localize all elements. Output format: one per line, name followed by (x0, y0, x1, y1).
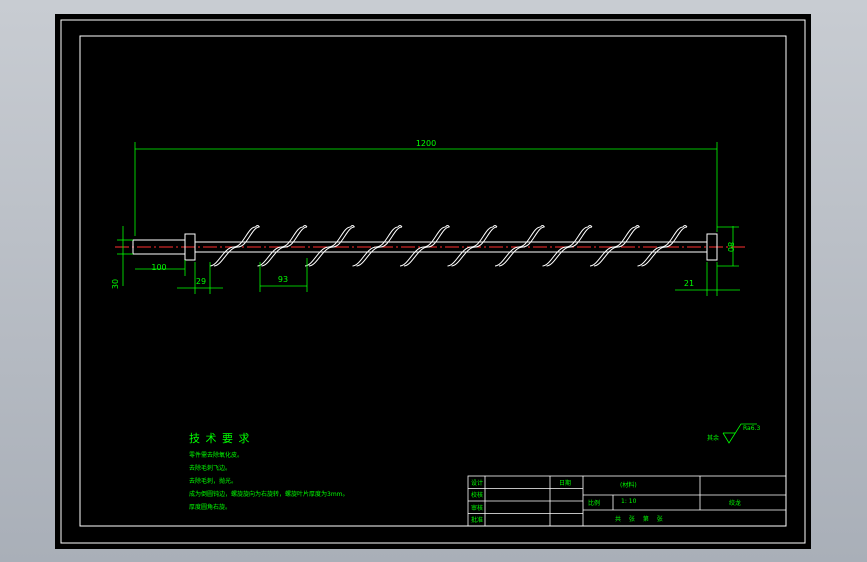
drawing-canvas: 1200 100 29 93 21 30 80 技 术 要 求 零件需去除氧化皮… (60, 19, 806, 544)
flight-crest (350, 225, 355, 228)
tb-approve: 批准 (471, 516, 483, 524)
tech-req-line-3: 去除毛刺，抛光。 (189, 477, 237, 485)
flight-crest (445, 225, 450, 228)
flight-crest (302, 225, 308, 228)
tb-check: 校核 (471, 491, 483, 499)
flight-crest (587, 225, 593, 228)
tb-sheet-info: 共 张 第 张 (615, 515, 666, 523)
cad-viewport[interactable]: 1200 100 29 93 21 30 80 技 术 要 求 零件需去除氧化皮… (55, 14, 811, 549)
helical-flights (209, 225, 688, 267)
tech-req-line-1: 零件需去除氧化皮。 (189, 451, 243, 459)
dim-end-length: 21 (684, 279, 694, 288)
dimension-lines (117, 142, 740, 296)
tb-scale-label: 比例 (588, 499, 600, 507)
tb-design: 设计 (471, 479, 483, 487)
tech-req-title: 技 术 要 求 (189, 432, 251, 445)
dim-flight-width: 29 (196, 277, 206, 286)
dim-shaft-diameter: 30 (111, 279, 120, 289)
tb-part-name: 绞龙 (729, 499, 741, 507)
tech-req-line-2: 去除毛刺飞边。 (189, 464, 231, 472)
title-block: 设计 校核 审核 批准 日期 (材料) 比例 1: 10 绞龙 共 张 第 张 (467, 475, 787, 527)
tb-material: (材料) (620, 481, 637, 489)
flight-crest (397, 225, 403, 228)
roughness-symbol: 其余 Ra6.3 (707, 423, 760, 444)
roughness-label: 其余 (707, 434, 719, 442)
flight-crest (255, 225, 260, 228)
inner-drawing-frame (79, 35, 787, 527)
tech-req-line-5: 厚度圆角右旋。 (189, 503, 231, 511)
tb-scale-value: 1: 10 (621, 498, 637, 505)
tech-req-line-4: 成为倒圆钝边，螺旋旋向为右旋转，螺旋叶片厚度为3mm。 (189, 490, 349, 498)
dim-pitch: 93 (278, 275, 288, 284)
screw-conveyor-part (115, 225, 745, 267)
tech-requirements: 技 术 要 求 零件需去除氧化皮。 去除毛刺飞边。 去除毛刺，抛光。 成为倒圆钝… (189, 432, 349, 511)
flight-crest (682, 225, 688, 228)
tb-review: 审核 (471, 504, 483, 512)
dim-overall-length: 1200 (416, 139, 436, 148)
flight-crest (540, 225, 545, 228)
roughness-value: Ra6.3 (743, 425, 760, 432)
tb-date: 日期 (559, 479, 571, 487)
dim-flight-diameter: 80 (726, 242, 735, 252)
flight-crest (635, 225, 640, 228)
dim-shaft-end-length: 100 (151, 263, 166, 272)
flight-crest (492, 225, 498, 228)
